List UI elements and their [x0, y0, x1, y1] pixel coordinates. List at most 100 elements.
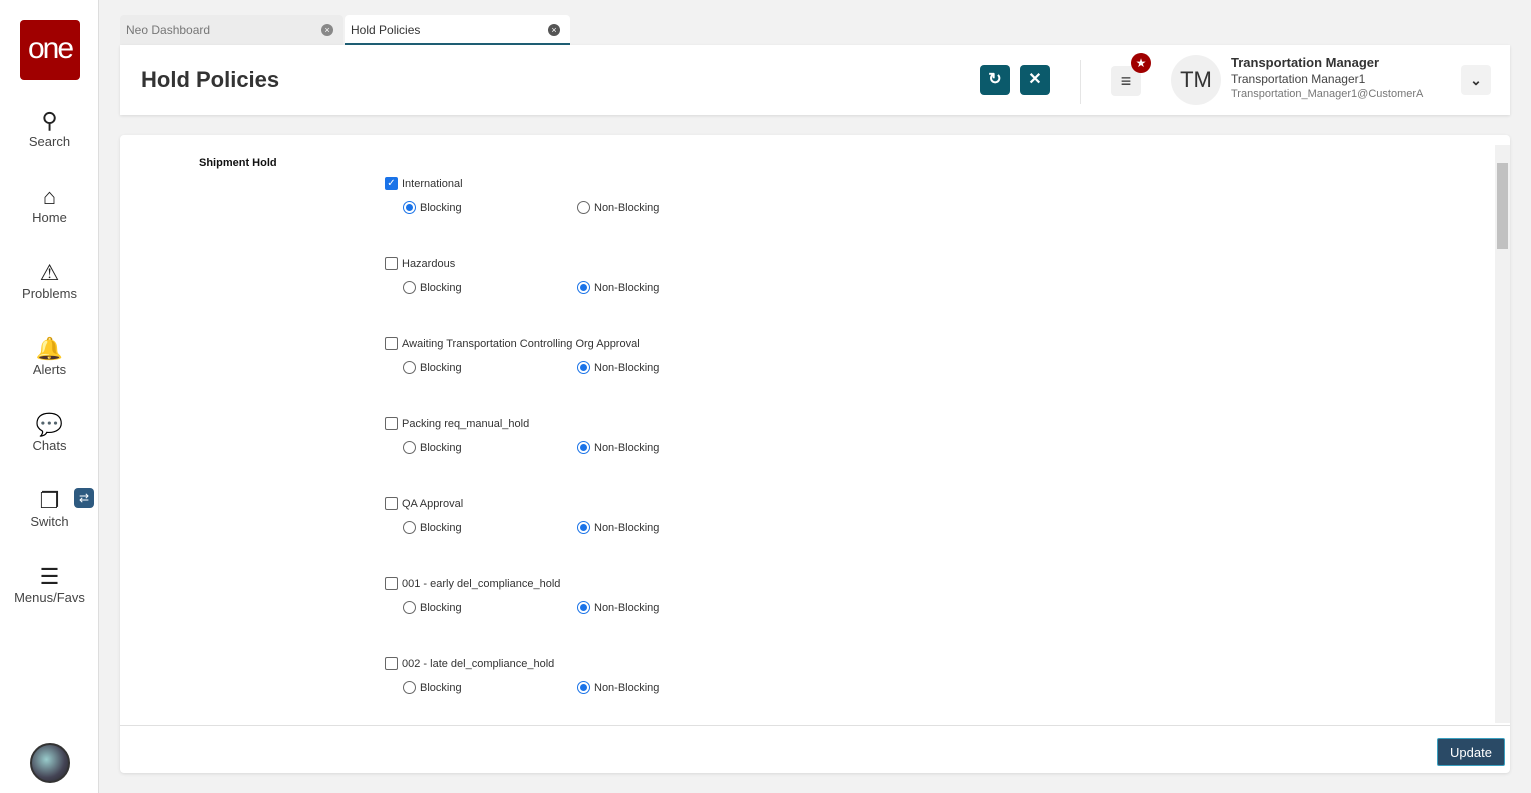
- assistant-avatar[interactable]: [30, 743, 70, 783]
- warning-icon: ⚠: [39, 260, 60, 285]
- nav-menus-favs[interactable]: ☰ Menus/Favs: [0, 564, 99, 605]
- scrollbar-thumb[interactable]: [1497, 163, 1508, 249]
- radio[interactable]: [577, 201, 590, 214]
- radio-label: Non-Blocking: [594, 601, 660, 614]
- scrollbar[interactable]: [1495, 145, 1510, 723]
- chat-icon: 💬: [35, 412, 64, 437]
- radio-label: Blocking: [420, 201, 462, 214]
- radio[interactable]: [403, 681, 416, 694]
- hold-checkbox[interactable]: 002 - late del_compliance_hold: [385, 657, 554, 670]
- tab-neo-dashboard[interactable]: Neo Dashboard ×: [120, 15, 343, 45]
- blocking-radio[interactable]: Blocking: [403, 361, 462, 374]
- hold-item: 001 - early del_compliance_hold Blocking…: [385, 577, 785, 637]
- nav-chats[interactable]: 💬 Chats: [0, 412, 99, 453]
- refresh-button[interactable]: ↻: [980, 65, 1010, 95]
- search-icon: ⚲: [41, 108, 58, 133]
- close-button[interactable]: ✕: [1020, 65, 1050, 95]
- blocking-radio[interactable]: Blocking: [403, 601, 462, 614]
- checkbox[interactable]: [385, 257, 398, 270]
- blocking-radio[interactable]: Blocking: [403, 521, 462, 534]
- non-blocking-radio[interactable]: Non-Blocking: [577, 281, 659, 294]
- hold-item: 002 - late del_compliance_hold Blocking …: [385, 657, 785, 717]
- chevron-down-icon[interactable]: ⌄: [1461, 65, 1491, 95]
- divider: [120, 725, 1510, 726]
- radio-label: Blocking: [420, 281, 462, 294]
- hold-label: International: [402, 177, 463, 190]
- nav-home[interactable]: ⌂ Home: [0, 184, 99, 225]
- hold-checkbox[interactable]: Packing req_manual_hold: [385, 417, 529, 430]
- blocking-radio[interactable]: Blocking: [403, 681, 462, 694]
- radio[interactable]: [403, 601, 416, 614]
- checkbox[interactable]: [385, 337, 398, 350]
- blocking-radio[interactable]: Blocking: [403, 281, 462, 294]
- hold-checkbox[interactable]: QA Approval: [385, 497, 463, 510]
- sidebar: one ⚲ Search ⌂ Home ⚠ Problems 🔔 Alerts 💬 Cha…: [0, 0, 99, 793]
- radio[interactable]: [403, 281, 416, 294]
- hold-label: 001 - early del_compliance_hold: [402, 577, 561, 590]
- radio[interactable]: [577, 361, 590, 374]
- tab-label: Neo Dashboard: [126, 23, 211, 37]
- hold-label: 002 - late del_compliance_hold: [402, 657, 555, 670]
- user-avatar[interactable]: TM: [1171, 55, 1221, 105]
- radio-label: Non-Blocking: [594, 201, 660, 214]
- radio-label: Non-Blocking: [594, 281, 660, 294]
- nav-label: Switch: [30, 514, 69, 529]
- non-blocking-radio[interactable]: Non-Blocking: [577, 441, 659, 454]
- radio[interactable]: [403, 201, 416, 214]
- hold-checkbox[interactable]: Awaiting Transportation Controlling Org …: [385, 337, 640, 350]
- radio-label: Non-Blocking: [594, 681, 660, 694]
- non-blocking-radio[interactable]: Non-Blocking: [577, 681, 659, 694]
- nav-alerts[interactable]: 🔔 Alerts: [0, 336, 99, 377]
- close-tab-icon[interactable]: ×: [548, 24, 560, 36]
- blocking-radio[interactable]: Blocking: [403, 441, 462, 454]
- checkbox[interactable]: ✓: [385, 177, 398, 190]
- radio-label: Blocking: [420, 681, 462, 694]
- hold-item: Hazardous Blocking Non-Blocking: [385, 257, 785, 317]
- user-account: Transportation_Manager1@CustomerA: [1231, 88, 1424, 100]
- hold-item: ✓ International Blocking Non-Blocking: [385, 177, 785, 237]
- hold-checkbox[interactable]: ✓ International: [385, 177, 463, 190]
- hold-label: Packing req_manual_hold: [402, 417, 530, 430]
- hold-item: QA Approval Blocking Non-Blocking: [385, 497, 785, 557]
- tab-hold-policies[interactable]: Hold Policies ×: [345, 15, 570, 45]
- radio-label: Blocking: [420, 361, 462, 374]
- user-name: Transportation Manager1: [1231, 72, 1366, 86]
- menu-icon: ☰: [39, 564, 60, 589]
- nav-label: Home: [32, 210, 67, 225]
- radio-label: Non-Blocking: [594, 361, 660, 374]
- hold-label: Hazardous: [402, 257, 456, 270]
- hold-label: Awaiting Transportation Controlling Org …: [402, 337, 640, 350]
- app-logo[interactable]: one: [20, 20, 80, 80]
- hold-policies-panel: Shipment Hold ✓ International Blocking No…: [120, 135, 1510, 773]
- page-title: Hold Policies: [141, 67, 280, 92]
- radio-label: Blocking: [420, 441, 462, 454]
- non-blocking-radio[interactable]: Non-Blocking: [577, 201, 659, 214]
- close-tab-icon[interactable]: ×: [321, 24, 333, 36]
- radio[interactable]: [577, 521, 590, 534]
- update-button[interactable]: Update: [1437, 738, 1505, 766]
- nav-search[interactable]: ⚲ Search: [0, 108, 99, 149]
- non-blocking-radio[interactable]: Non-Blocking: [577, 361, 659, 374]
- switch-arrows-icon[interactable]: ⇄: [74, 488, 94, 508]
- nav-label: Alerts: [32, 362, 67, 377]
- radio[interactable]: [577, 441, 590, 454]
- hold-checkbox[interactable]: Hazardous: [385, 257, 455, 270]
- radio[interactable]: [577, 681, 590, 694]
- checkbox[interactable]: [385, 417, 398, 430]
- radio[interactable]: [403, 521, 416, 534]
- radio[interactable]: [403, 361, 416, 374]
- checkbox[interactable]: [385, 497, 398, 510]
- hold-checkbox[interactable]: 001 - early del_compliance_hold: [385, 577, 560, 590]
- radio[interactable]: [577, 601, 590, 614]
- hold-label: QA Approval: [402, 497, 464, 510]
- radio[interactable]: [403, 441, 416, 454]
- nav-problems[interactable]: ⚠ Problems: [0, 260, 99, 301]
- blocking-radio[interactable]: Blocking: [403, 201, 462, 214]
- radio[interactable]: [577, 281, 590, 294]
- checkbox[interactable]: [385, 577, 398, 590]
- star-badge-icon: ★: [1131, 53, 1151, 73]
- non-blocking-radio[interactable]: Non-Blocking: [577, 601, 659, 614]
- non-blocking-radio[interactable]: Non-Blocking: [577, 521, 659, 534]
- bell-icon: 🔔: [35, 336, 64, 361]
- checkbox[interactable]: [385, 657, 398, 670]
